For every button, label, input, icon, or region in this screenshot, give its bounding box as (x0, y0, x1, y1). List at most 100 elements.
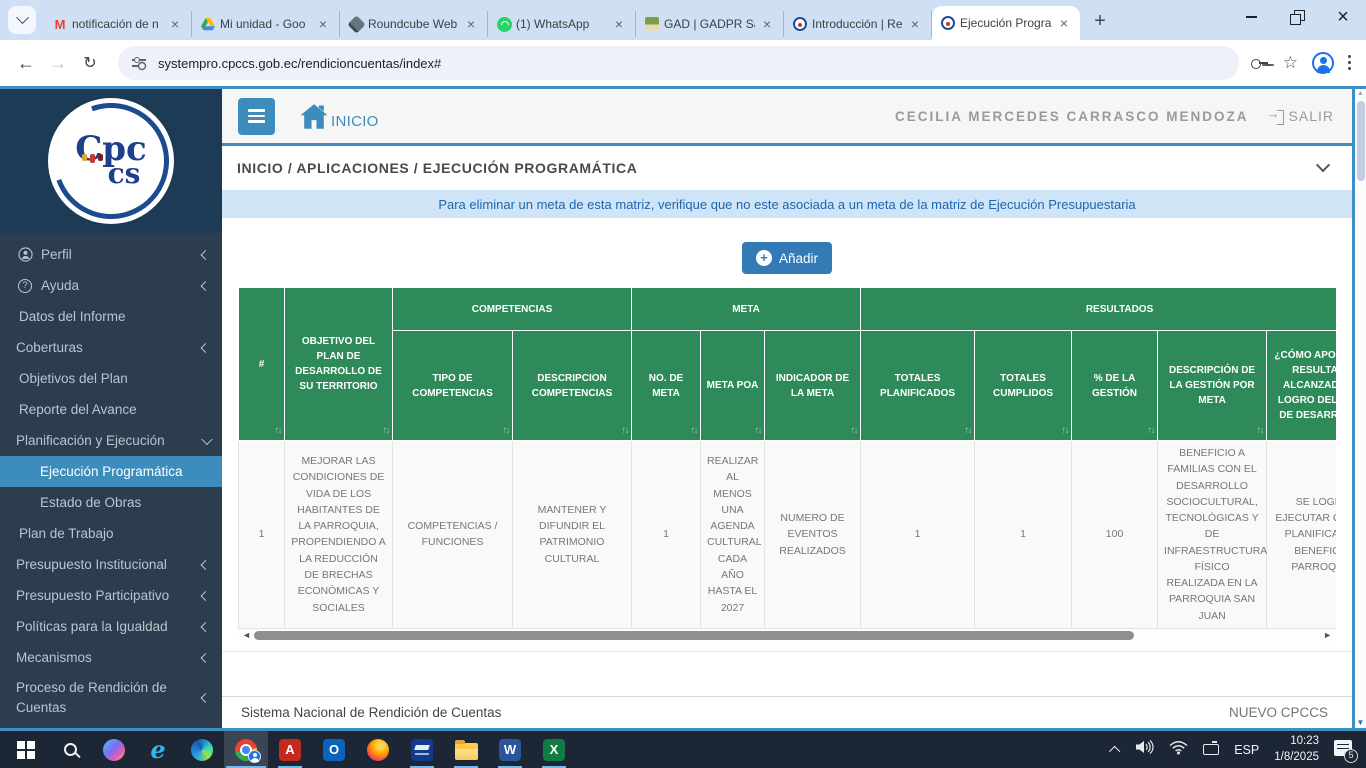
horizontal-scrollbar[interactable] (238, 629, 1336, 642)
tab-close-icon[interactable] (1056, 15, 1072, 31)
column-header-indicador[interactable]: INDICADOR DE LA META (765, 331, 861, 441)
tab-gmail[interactable]: notificación de n (44, 11, 192, 37)
column-header-descripcion-gestion[interactable]: DESCRIPCIÓN DE LA GESTIÓN POR META (1158, 331, 1267, 441)
sidebar-item-politicas-para-la-igualdad[interactable]: Políticas para la Igualdad (0, 611, 222, 642)
site-settings-icon[interactable] (132, 56, 148, 70)
sidebar-item-estado-de-obras[interactable]: Estado de Obras (0, 487, 222, 518)
tab-whatsapp[interactable]: (1) WhatsApp (488, 11, 636, 37)
tab-close-icon[interactable] (167, 16, 183, 32)
sidebar-item-perfil[interactable]: Perfil (0, 239, 222, 270)
column-header-pct-gestion[interactable]: % DE LA GESTIÓN (1072, 331, 1158, 441)
sort-icon[interactable] (1257, 424, 1264, 438)
clock[interactable]: 10:23 1/8/2025 (1274, 734, 1319, 765)
taskbar-word[interactable] (488, 731, 532, 768)
sidebar-item-plan-de-trabajo[interactable]: Plan de Trabajo (0, 518, 222, 549)
scroll-up-arrow-icon[interactable] (1355, 90, 1366, 97)
taskbar-acrobat[interactable] (268, 731, 312, 768)
sidebar-item-ejecucion-programatica[interactable]: Ejecución Programática (0, 456, 222, 487)
taskbar-search-button[interactable] (48, 731, 92, 768)
sort-icon[interactable] (965, 424, 972, 438)
bookmark-star-icon[interactable] (1283, 53, 1298, 73)
column-header-como-aporta[interactable]: ¿CÓMO APORTA EL RESULTADO ALCANZADO AL L… (1267, 331, 1336, 441)
sort-icon[interactable] (1062, 424, 1069, 438)
column-header-no-de-meta[interactable]: NO. DE META (632, 331, 701, 441)
table-row[interactable]: 1 MEJORAR LAS CONDICIONES DE VIDA DE LOS… (239, 441, 1337, 629)
column-header-descripcion-competencias[interactable]: DESCRIPCION COMPETENCIAS (513, 331, 632, 441)
sidebar-item-datos-del-informe[interactable]: Datos del Informe (0, 301, 222, 332)
new-tab-button[interactable] (1086, 7, 1114, 35)
sort-icon[interactable] (691, 424, 698, 438)
browser-menu-icon[interactable] (1348, 55, 1352, 71)
column-header-tipo-competencias[interactable]: TIPO DE COMPETENCIAS (393, 331, 513, 441)
taskbar-copilot[interactable] (92, 731, 136, 768)
restore-button[interactable] (1274, 0, 1320, 34)
tab-close-icon[interactable] (463, 16, 479, 32)
add-button[interactable]: Añadir (742, 242, 832, 274)
breadcrumb-chevron-down-icon[interactable] (1316, 158, 1330, 172)
tab-roundcube[interactable]: Roundcube Web (340, 11, 488, 37)
tab-close-icon[interactable] (315, 16, 331, 32)
minimize-button[interactable] (1228, 0, 1274, 34)
sidebar-item-proceso-de-rendicion-de-cuentas[interactable]: Proceso de Rendición de Cuentas (0, 673, 222, 722)
notification-center-button[interactable]: 5 (1334, 740, 1356, 760)
start-button[interactable] (4, 731, 48, 768)
tab-introduccion[interactable]: Introducción | Re (784, 11, 932, 37)
password-manager-icon[interactable] (1251, 57, 1269, 69)
language-indicator[interactable]: ESP (1234, 743, 1259, 757)
sort-icon[interactable] (755, 424, 762, 438)
sort-icon[interactable] (622, 424, 629, 438)
column-header-num[interactable]: # (239, 288, 285, 441)
scroll-down-arrow-icon[interactable] (1355, 718, 1366, 727)
sidebar-item-coberturas[interactable]: Coberturas (0, 332, 222, 363)
vertical-scroll-thumb[interactable] (1357, 101, 1365, 181)
sidebar-item-ayuda[interactable]: Ayuda (0, 270, 222, 301)
taskbar-excel[interactable] (532, 731, 576, 768)
tab-drive[interactable]: Mi unidad - Goo (192, 11, 340, 37)
taskbar-chrome[interactable] (224, 731, 268, 768)
wifi-icon[interactable] (1169, 740, 1188, 760)
horizontal-scroll-thumb[interactable] (254, 631, 1134, 640)
column-header-objetivo[interactable]: OBJETIVO DEL PLAN DE DESARROLLO DE SU TE… (285, 288, 393, 441)
tab-close-icon[interactable] (907, 16, 923, 32)
taskbar-outlook[interactable] (312, 731, 356, 768)
profile-avatar-icon[interactable] (1312, 52, 1334, 74)
taskbar-file-explorer[interactable] (444, 731, 488, 768)
sidebar-item-mecanismos[interactable]: Mecanismos (0, 642, 222, 673)
taskbar-internet-explorer[interactable] (136, 731, 180, 768)
sidebar-item-reporte-del-avance[interactable]: Reporte del Avance (0, 394, 222, 425)
cast-icon[interactable] (1203, 744, 1219, 755)
sort-icon[interactable] (851, 424, 858, 438)
reload-button[interactable] (74, 47, 106, 79)
vertical-scrollbar[interactable] (1352, 89, 1366, 728)
tab-close-icon[interactable] (759, 16, 775, 32)
address-bar[interactable]: systempro.cpccs.gob.ec/rendicioncuentas/… (118, 46, 1239, 80)
hidden-icons-chevron-icon[interactable] (1109, 745, 1120, 756)
back-button[interactable] (10, 47, 42, 79)
sort-icon[interactable] (1148, 424, 1155, 438)
home-link[interactable]: INICIO (299, 103, 379, 130)
column-header-totales-planificados[interactable]: TOTALES PLANIFICADOS (861, 331, 975, 441)
column-header-totales-cumplidos[interactable]: TOTALES CUMPLIDOS (975, 331, 1072, 441)
sort-icon[interactable] (275, 424, 282, 438)
taskbar-scanner[interactable] (400, 731, 444, 768)
url-text[interactable]: systempro.cpccs.gob.ec/rendicioncuentas/… (158, 56, 441, 71)
tab-search-button[interactable] (8, 6, 36, 34)
sidebar-item-planificacion-y-ejecucion[interactable]: Planificación y Ejecución (0, 425, 222, 456)
tab-close-icon[interactable] (611, 16, 627, 32)
sort-icon[interactable] (383, 424, 390, 438)
scroll-right-arrow-icon[interactable] (1323, 629, 1332, 642)
sidebar-item-presupuesto-participativo[interactable]: Presupuesto Participativo (0, 580, 222, 611)
scroll-left-arrow-icon[interactable] (242, 629, 251, 642)
forward-button[interactable] (42, 47, 74, 79)
close-window-button[interactable] (1320, 0, 1366, 34)
logout-button[interactable]: SALIR (1267, 108, 1334, 124)
sidebar-item-objetivos-del-plan[interactable]: Objetivos del Plan (0, 363, 222, 394)
taskbar-edge[interactable] (180, 731, 224, 768)
sidebar-toggle-button[interactable] (238, 98, 275, 135)
volume-icon[interactable] (1135, 739, 1154, 760)
sort-icon[interactable] (503, 424, 510, 438)
taskbar-firefox[interactable] (356, 731, 400, 768)
sidebar-item-presupuesto-institucional[interactable]: Presupuesto Institucional (0, 549, 222, 580)
tab-ejecucion-programatica[interactable]: Ejecución Progra (932, 6, 1080, 40)
column-header-meta-poa[interactable]: META POA (701, 331, 765, 441)
